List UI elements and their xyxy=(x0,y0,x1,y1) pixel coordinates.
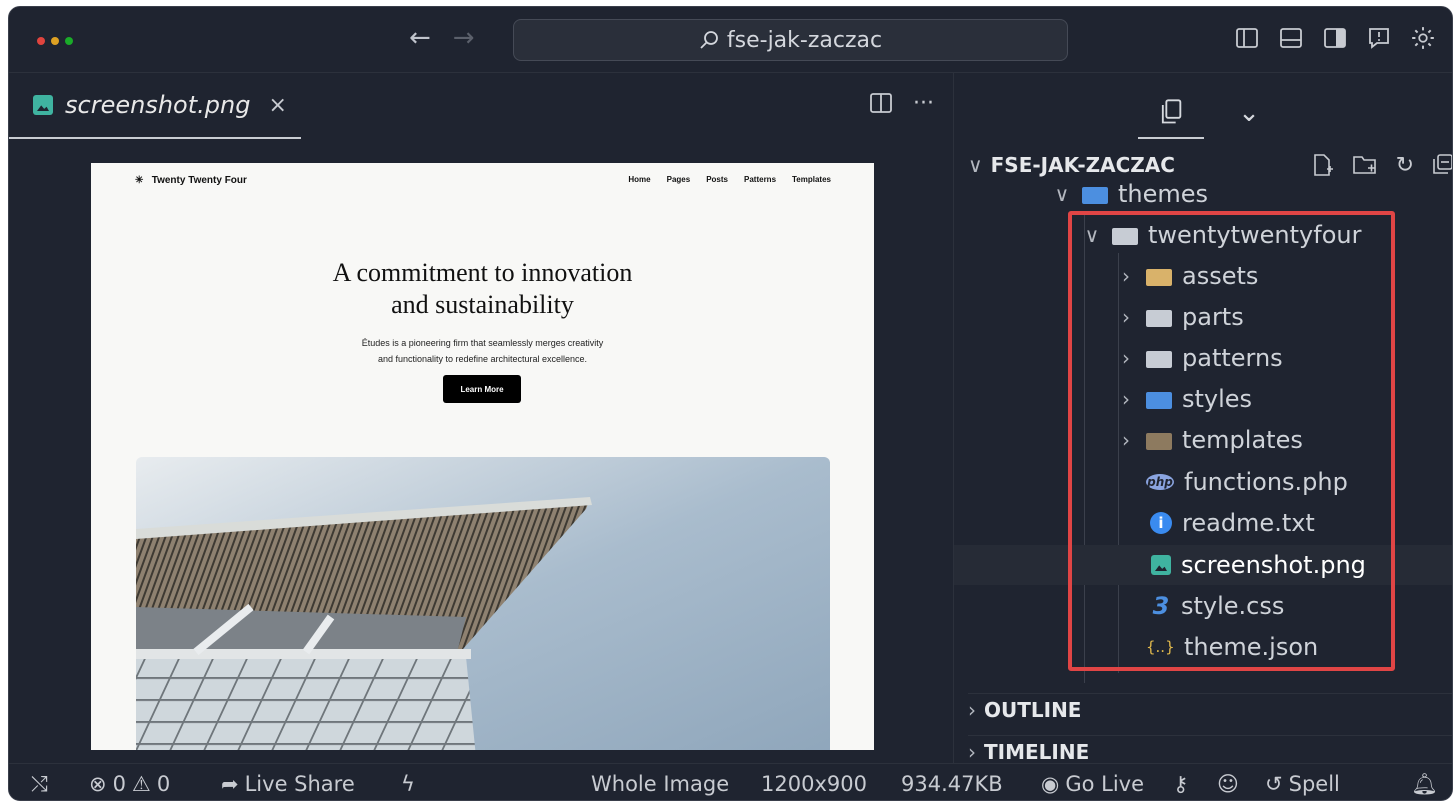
editor-area: screenshot.png × ··· ✳ Twenty Twenty Fou… xyxy=(9,73,954,763)
tab-label: screenshot.png xyxy=(65,91,251,119)
forward-arrow-icon[interactable]: → xyxy=(453,23,475,53)
section-label: TIMELINE xyxy=(984,740,1090,764)
nav-pages: Pages xyxy=(666,175,691,184)
search-icon xyxy=(700,31,718,49)
split-editor-icon[interactable] xyxy=(869,91,893,121)
chevron-right-icon: › xyxy=(968,698,976,722)
themes-folder-icon xyxy=(1082,184,1108,204)
close-icon[interactable]: × xyxy=(268,93,286,118)
key-icon[interactable]: ⚷ xyxy=(1173,772,1188,796)
image-dimensions: 1200x900 xyxy=(761,772,867,796)
explorer-files-icon[interactable] xyxy=(1138,87,1204,139)
chevron-down-icon: ∨ xyxy=(968,153,983,177)
toggle-secondary-sidebar-icon[interactable] xyxy=(1320,23,1350,53)
new-folder-icon[interactable] xyxy=(1352,153,1378,183)
hero-text: Études is a pioneering firm that seamles… xyxy=(361,338,604,364)
refresh-icon[interactable]: ↻ xyxy=(1396,153,1414,183)
error-count: 0 xyxy=(112,772,126,796)
close-window-button[interactable] xyxy=(37,37,45,45)
command-center-search[interactable]: fse-jak-zaczac xyxy=(513,19,1068,61)
chevron-down-icon[interactable]: ⌄ xyxy=(1216,87,1282,139)
toggle-primary-sidebar-icon[interactable] xyxy=(1232,23,1262,53)
problems-indicator[interactable]: ⊗ 0 ⚠ 0 xyxy=(89,772,170,796)
go-live-button[interactable]: ◉ Go Live xyxy=(1041,772,1144,796)
toggle-panel-icon[interactable] xyxy=(1276,23,1306,53)
site-title: ✳ Twenty Twenty Four xyxy=(135,175,247,186)
editor-actions: ··· xyxy=(869,91,934,121)
collapse-all-icon[interactable] xyxy=(1432,153,1452,183)
nav-posts: Posts xyxy=(706,175,728,184)
new-file-icon[interactable] xyxy=(1312,153,1334,183)
broadcast-icon: ◉ xyxy=(1041,772,1060,796)
tab-screenshot-png[interactable]: screenshot.png × xyxy=(9,73,301,139)
spell-button[interactable]: ↺ Spell xyxy=(1265,772,1340,796)
chevron-down-icon: ∨ xyxy=(1054,182,1070,206)
section-label: OUTLINE xyxy=(984,698,1082,722)
building-photo xyxy=(136,457,830,750)
error-icon: ⊗ xyxy=(89,772,107,796)
chevron-right-icon: › xyxy=(968,740,976,764)
minimize-window-button[interactable] xyxy=(51,37,59,45)
maximize-window-button[interactable] xyxy=(65,37,73,45)
tree-item-themes[interactable]: ∨ themes xyxy=(1052,174,1208,214)
feedback-icon[interactable] xyxy=(1364,23,1394,53)
live-share-label: Live Share xyxy=(244,772,355,796)
lightning-icon[interactable]: ϟ xyxy=(401,772,415,796)
search-text: fse-jak-zaczac xyxy=(726,27,883,53)
notifications-bell-icon[interactable]: 🔔︎ xyxy=(1411,772,1438,797)
remote-indicator-icon[interactable]: ⤭ xyxy=(31,772,48,797)
status-bar: ⤭ ⊗ 0 ⚠ 0 ➦ Live Share ϟ Whole Image 120… xyxy=(9,763,1452,800)
explorer-sidebar: ⌄ ∨ FSE-JAK-ZACZAC ↻ ∨ themes ∨ twentytw… xyxy=(954,73,1452,764)
whole-image-button[interactable]: Whole Image xyxy=(591,772,729,796)
outline-section-header[interactable]: › OUTLINE xyxy=(968,693,1452,722)
explorer-actions: ↻ xyxy=(1312,153,1452,183)
warning-icon: ⚠ xyxy=(131,772,151,796)
window-controls xyxy=(37,37,73,45)
learn-more-button: Learn More xyxy=(443,375,521,403)
sidebar-header: ⌄ xyxy=(954,73,1452,139)
red-highlight-box xyxy=(1068,211,1395,671)
nav-templates: Templates xyxy=(792,175,831,184)
image-file-icon xyxy=(33,95,53,115)
image-preview: ✳ Twenty Twenty Four Home Pages Posts Pa… xyxy=(91,163,874,750)
nav-patterns: Patterns xyxy=(744,175,777,184)
more-actions-icon[interactable]: ··· xyxy=(913,91,934,121)
tree-item-label: themes xyxy=(1118,180,1209,208)
timeline-section-header[interactable]: › TIMELINE xyxy=(968,735,1452,764)
hero-title: A commitment to innovation and sustainab… xyxy=(332,258,633,319)
vscode-window: ← → fse-jak-zaczac screenshot.png × ··· … xyxy=(8,6,1453,801)
live-share-button[interactable]: ➦ Live Share xyxy=(221,772,355,796)
site-nav: Home Pages Posts Patterns Templates xyxy=(628,175,831,184)
back-arrow-icon[interactable]: ← xyxy=(409,23,431,53)
history-icon: ↺ xyxy=(1265,772,1283,796)
live-share-icon: ➦ xyxy=(221,772,239,796)
nav-home: Home xyxy=(628,175,651,184)
site-header: ✳ Twenty Twenty Four Home Pages Posts Pa… xyxy=(135,175,831,189)
file-size: 934.47KB xyxy=(901,772,1003,796)
title-bar: ← → fse-jak-zaczac xyxy=(9,7,1452,73)
go-live-label: Go Live xyxy=(1065,772,1145,796)
layout-controls xyxy=(1232,23,1438,53)
navigation-arrows: ← → xyxy=(409,23,475,53)
editor-tab-bar: screenshot.png × ··· xyxy=(9,73,954,139)
settings-gear-icon[interactable] xyxy=(1408,23,1438,53)
copilot-icon[interactable]: ☺ xyxy=(1217,772,1239,796)
spell-label: Spell xyxy=(1288,772,1340,796)
warning-count: 0 xyxy=(156,772,171,796)
